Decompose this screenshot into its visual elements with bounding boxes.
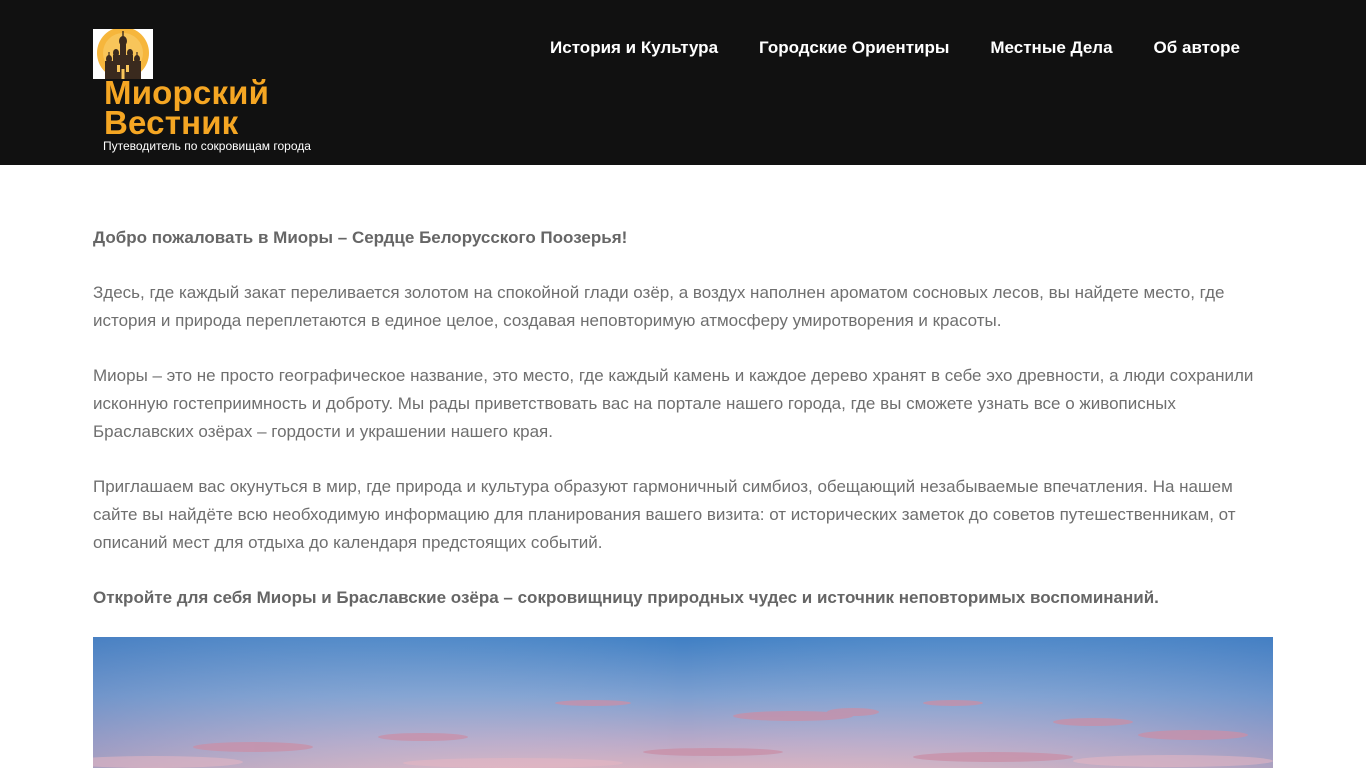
site-title-line2: Вестник <box>104 104 239 141</box>
site-title[interactable]: Миорский Вестник <box>104 76 364 141</box>
closing-paragraph: Откройте для себя Миоры и Браславские оз… <box>93 588 1159 607</box>
nav-item-local-affairs[interactable]: Местные Дела <box>990 36 1112 60</box>
welcome-heading: Добро пожаловать в Миоры – Сердце Белору… <box>93 228 628 247</box>
about-paragraph: Миоры – это не просто географическое наз… <box>93 366 1254 441</box>
nav-item-about-author[interactable]: Об авторе <box>1154 36 1240 60</box>
site-header: Миорский Вестник Путеводитель по сокрови… <box>0 0 1366 165</box>
main-nav: История и Культура Городские Ориентиры М… <box>550 36 1240 60</box>
site-tagline: Путеводитель по сокровищам города <box>103 139 311 153</box>
sunset-sky-image <box>93 637 1273 768</box>
nav-item-city-landmarks[interactable]: Городские Ориентиры <box>759 36 949 60</box>
church-icon <box>97 29 149 79</box>
main-content: Добро пожаловать в Миоры – Сердце Белору… <box>93 224 1273 639</box>
nav-item-history-culture[interactable]: История и Культура <box>550 36 718 60</box>
intro-paragraph: Здесь, где каждый закат переливается зол… <box>93 283 1225 330</box>
invite-paragraph: Приглашаем вас окунуться в мир, где прир… <box>93 477 1236 552</box>
hero-image <box>93 637 1273 768</box>
site-logo[interactable] <box>93 29 153 79</box>
